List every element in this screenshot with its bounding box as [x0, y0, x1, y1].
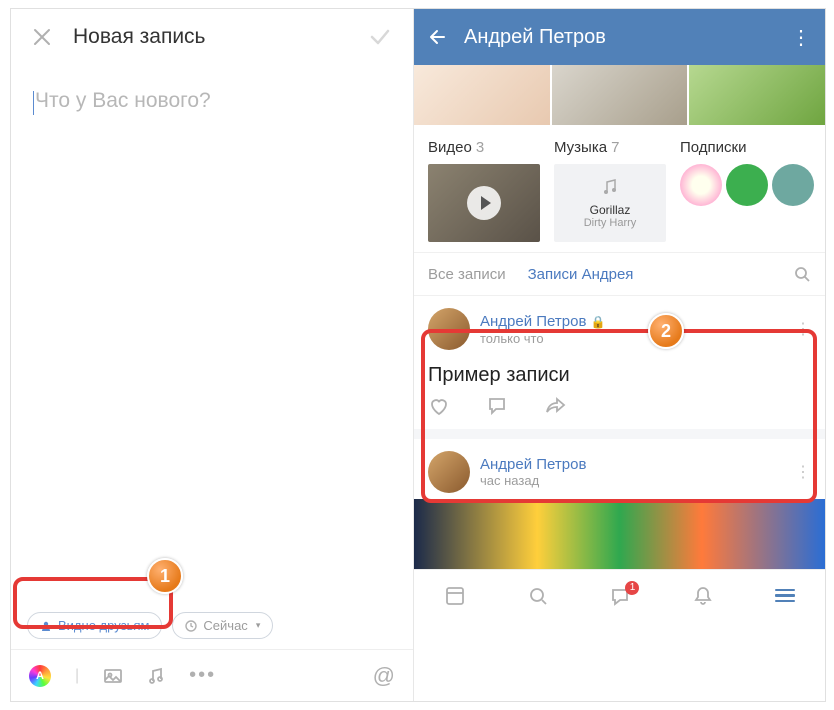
schedule-label: Сейчас	[203, 618, 247, 633]
submit-check-icon[interactable]	[369, 26, 391, 48]
tab-all[interactable]: Все записи	[428, 266, 506, 283]
music-note-icon	[600, 177, 620, 197]
tab-mine[interactable]: Записи Андрея	[528, 266, 634, 283]
wall-tabs: Все записи Записи Андрея	[414, 252, 825, 296]
right-header: Андрей Петров ⋮	[414, 9, 825, 65]
placeholder-text: Что у Вас нового?	[35, 89, 211, 112]
back-icon[interactable]	[428, 27, 448, 47]
text-style-icon[interactable]: A	[29, 665, 51, 687]
annotation-box-2	[421, 329, 817, 503]
profile-name: Андрей Петров	[464, 26, 791, 49]
messages-badge: 1	[625, 581, 639, 595]
photo-icon[interactable]	[103, 666, 123, 686]
bottom-nav: 1	[414, 569, 825, 621]
lock-icon: 🔒	[591, 315, 606, 329]
close-icon[interactable]	[33, 28, 51, 46]
music-section[interactable]: Музыка7 Gorillaz Dirty Harry	[554, 139, 666, 242]
more-icon[interactable]: •••	[189, 664, 216, 687]
annotation-badge-2: 2	[648, 313, 684, 349]
mention-icon[interactable]: @	[373, 663, 395, 689]
wall-search-icon[interactable]	[793, 265, 811, 283]
profile-sections: Видео3 Музыка7 Gorillaz Dirty Harry Подп…	[414, 125, 825, 252]
post-image[interactable]	[414, 499, 825, 569]
nav-menu-icon[interactable]	[775, 586, 795, 606]
photo-gallery[interactable]	[414, 65, 825, 125]
post-author[interactable]: Андрей Петров	[480, 313, 586, 330]
nav-feed-icon[interactable]	[444, 585, 466, 607]
subs-section[interactable]: Подписки	[680, 139, 814, 242]
nav-messages-icon[interactable]: 1	[609, 585, 631, 607]
nav-search-icon[interactable]	[527, 585, 549, 607]
nav-notifications-icon[interactable]	[692, 585, 714, 607]
post-textarea[interactable]: Что у Вас нового?	[11, 65, 413, 602]
music-attach-icon[interactable]	[147, 667, 165, 685]
annotation-badge-1: 1	[147, 558, 183, 594]
header-title: Новая запись	[73, 25, 206, 49]
play-icon[interactable]	[467, 186, 501, 220]
attachment-bar: A | ••• @	[11, 649, 413, 701]
left-header: Новая запись	[11, 9, 413, 65]
video-section[interactable]: Видео3	[428, 139, 540, 242]
header-more-icon[interactable]: ⋮	[791, 25, 811, 50]
schedule-chip[interactable]: Сейчас ▾	[172, 612, 273, 639]
